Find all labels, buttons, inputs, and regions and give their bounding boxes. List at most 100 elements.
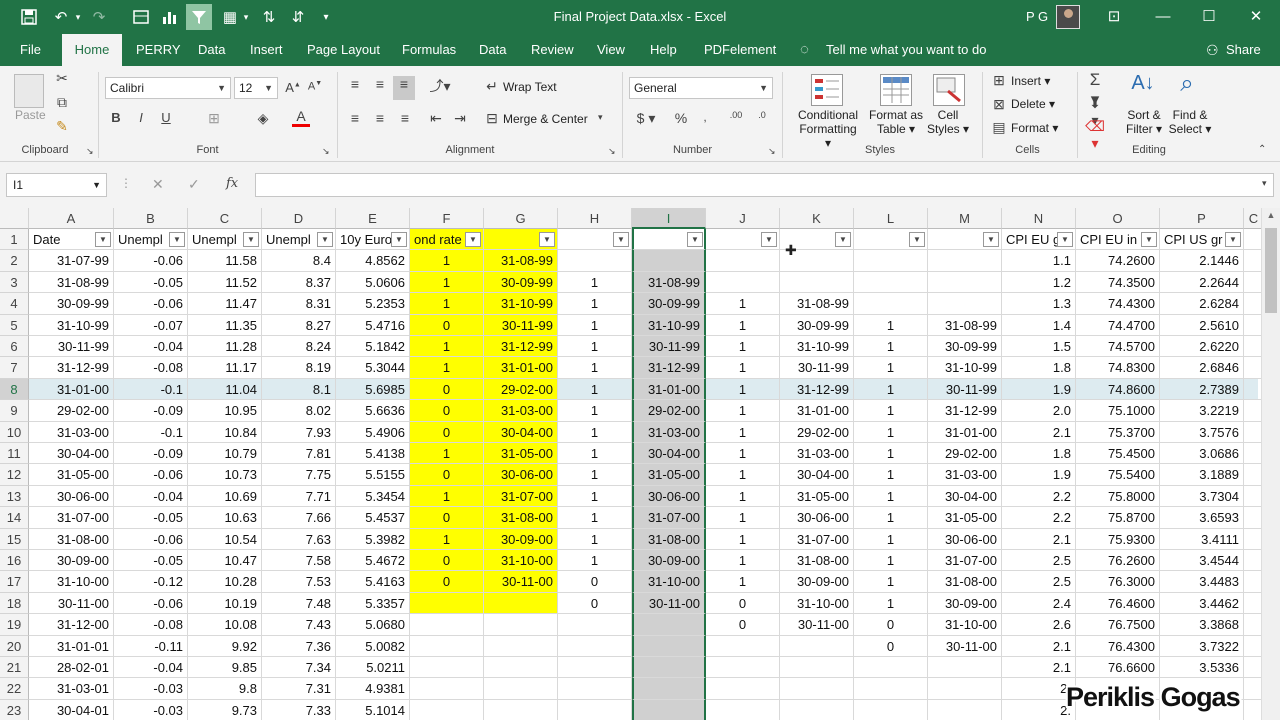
cell[interactable]: 11.47	[188, 293, 262, 315]
cell[interactable]: 0	[558, 571, 632, 593]
cell[interactable]: 1	[706, 336, 780, 358]
format-cells-button[interactable]: Format ▾	[1011, 121, 1058, 135]
cell[interactable]: 5.5155	[336, 464, 410, 486]
cell[interactable]: 31-08-00	[29, 528, 114, 550]
scroll-thumb[interactable]	[1265, 228, 1277, 313]
cell[interactable]: 0	[558, 592, 632, 615]
cell[interactable]: 30-04-00	[780, 464, 854, 486]
row-header[interactable]: 2	[0, 250, 29, 272]
cell[interactable]: 31-03-01	[29, 678, 114, 700]
decrease-indent-icon[interactable]: ⇤	[426, 110, 446, 127]
cell[interactable]	[780, 271, 854, 294]
cell[interactable]: 5.3357	[336, 592, 410, 615]
cell[interactable]: 29-02-00	[928, 443, 1002, 465]
decrease-decimal-icon[interactable]: .0	[752, 110, 772, 120]
cell[interactable]: 9.92	[188, 635, 262, 657]
cell[interactable]	[632, 678, 706, 700]
cell[interactable]: -0.06	[114, 250, 188, 272]
insert-cells-button[interactable]: Insert ▾	[1011, 74, 1050, 88]
cell[interactable]: 0	[410, 550, 484, 572]
filter-dropdown-icon[interactable]: ▼	[169, 232, 185, 247]
cell[interactable]: 3.4111	[1160, 528, 1244, 550]
cell[interactable]: 1	[854, 357, 928, 379]
cell[interactable]	[632, 699, 706, 720]
cell[interactable]: 1.3	[1002, 293, 1076, 315]
cell[interactable]: 1	[558, 293, 632, 315]
cell[interactable]: 74.2600	[1076, 250, 1160, 272]
cell[interactable]: 30-06-00	[484, 464, 558, 486]
row-header[interactable]: 4	[0, 293, 29, 315]
cell[interactable]: 1	[854, 464, 928, 486]
cell[interactable]: 31-10-99	[780, 336, 854, 358]
cell[interactable]: 8.24	[262, 336, 336, 358]
cell[interactable]: 3.2219	[1160, 400, 1244, 422]
cell[interactable]: 30-09-99	[780, 314, 854, 336]
cell[interactable]: 2.6284	[1160, 293, 1244, 315]
cell[interactable]	[706, 271, 780, 294]
cell[interactable]	[928, 678, 1002, 700]
cell[interactable]: 8.31	[262, 293, 336, 315]
cell[interactable]: 1	[410, 336, 484, 358]
vertical-scrollbar[interactable]: ▲	[1261, 208, 1280, 720]
cell[interactable]: 30-11-00	[928, 635, 1002, 657]
cell[interactable]: 30-09-99	[484, 271, 558, 294]
cell[interactable]: 0	[410, 314, 484, 336]
cell[interactable]: -0.03	[114, 678, 188, 700]
cell[interactable]: 31-08-99	[29, 271, 114, 294]
format-as-table-icon[interactable]	[880, 74, 912, 106]
font-color-icon[interactable]: A	[292, 108, 310, 127]
cell-styles-icon[interactable]	[933, 74, 965, 106]
cell[interactable]: 30-11-99	[484, 314, 558, 336]
cell[interactable]: 2.6846	[1160, 357, 1244, 379]
cell[interactable]: 30-11-99	[780, 357, 854, 379]
cell[interactable]: -0.1	[114, 378, 188, 401]
column-header[interactable]: M	[928, 208, 1002, 229]
cell[interactable]: 30-06-00	[928, 528, 1002, 550]
cell[interactable]	[484, 592, 558, 615]
cell[interactable]: 3.4483	[1160, 571, 1244, 593]
cell[interactable]: 30-11-00	[632, 592, 706, 615]
cell[interactable]: 3.7576	[1160, 421, 1244, 443]
row-header[interactable]: 19	[0, 614, 29, 636]
cell[interactable]: 31-05-00	[484, 443, 558, 465]
increase-font-icon[interactable]: A▲	[284, 80, 302, 95]
cell[interactable]: 5.3044	[336, 357, 410, 379]
cell[interactable]: 2.2	[1002, 485, 1076, 508]
cell[interactable]: 31-12-99	[29, 357, 114, 379]
cell[interactable]: 31-08-99	[780, 293, 854, 315]
cell[interactable]: 30-09-99	[928, 336, 1002, 358]
cell[interactable]: 31-01-00	[780, 400, 854, 422]
cell[interactable]: 31-03-00	[780, 443, 854, 465]
cell[interactable]: 1	[558, 357, 632, 379]
cell[interactable]: 1	[558, 464, 632, 486]
cell[interactable]: -0.08	[114, 614, 188, 636]
cell[interactable]: 31-10-99	[484, 293, 558, 315]
tab-page-layout[interactable]: Page Layout	[301, 34, 386, 66]
cell[interactable]	[780, 699, 854, 720]
cell[interactable]: 30-09-00	[632, 550, 706, 572]
align-left-icon[interactable]: ≡	[345, 110, 365, 126]
cell[interactable]: 75.4500	[1076, 443, 1160, 465]
cell[interactable]: 7.75	[262, 464, 336, 486]
cell[interactable]: 10.84	[188, 421, 262, 443]
cell[interactable]: 10.95	[188, 400, 262, 422]
cell[interactable]: 31-10-99	[29, 314, 114, 336]
cell[interactable]: 7.71	[262, 485, 336, 508]
cell[interactable]	[558, 699, 632, 720]
tab-home[interactable]: Home	[62, 34, 122, 66]
cell[interactable]: 76.7500	[1076, 614, 1160, 636]
cell[interactable]: 7.36	[262, 635, 336, 657]
cell[interactable]: 2.1	[1002, 635, 1076, 657]
cell[interactable]	[928, 271, 1002, 294]
cell[interactable]: 31-08-00	[780, 550, 854, 572]
cell[interactable]	[928, 250, 1002, 272]
cell[interactable]: 1.9	[1002, 464, 1076, 486]
cell[interactable]: 5.6636	[336, 400, 410, 422]
cell[interactable]: 0	[410, 421, 484, 443]
cell[interactable]: 31-05-00	[632, 464, 706, 486]
cell[interactable]: 30-11-99	[29, 336, 114, 358]
column-header[interactable]: G	[484, 208, 558, 229]
cell[interactable]: 1	[410, 250, 484, 272]
cell[interactable]	[706, 657, 780, 679]
copy-icon[interactable]: ⧉	[53, 94, 71, 111]
